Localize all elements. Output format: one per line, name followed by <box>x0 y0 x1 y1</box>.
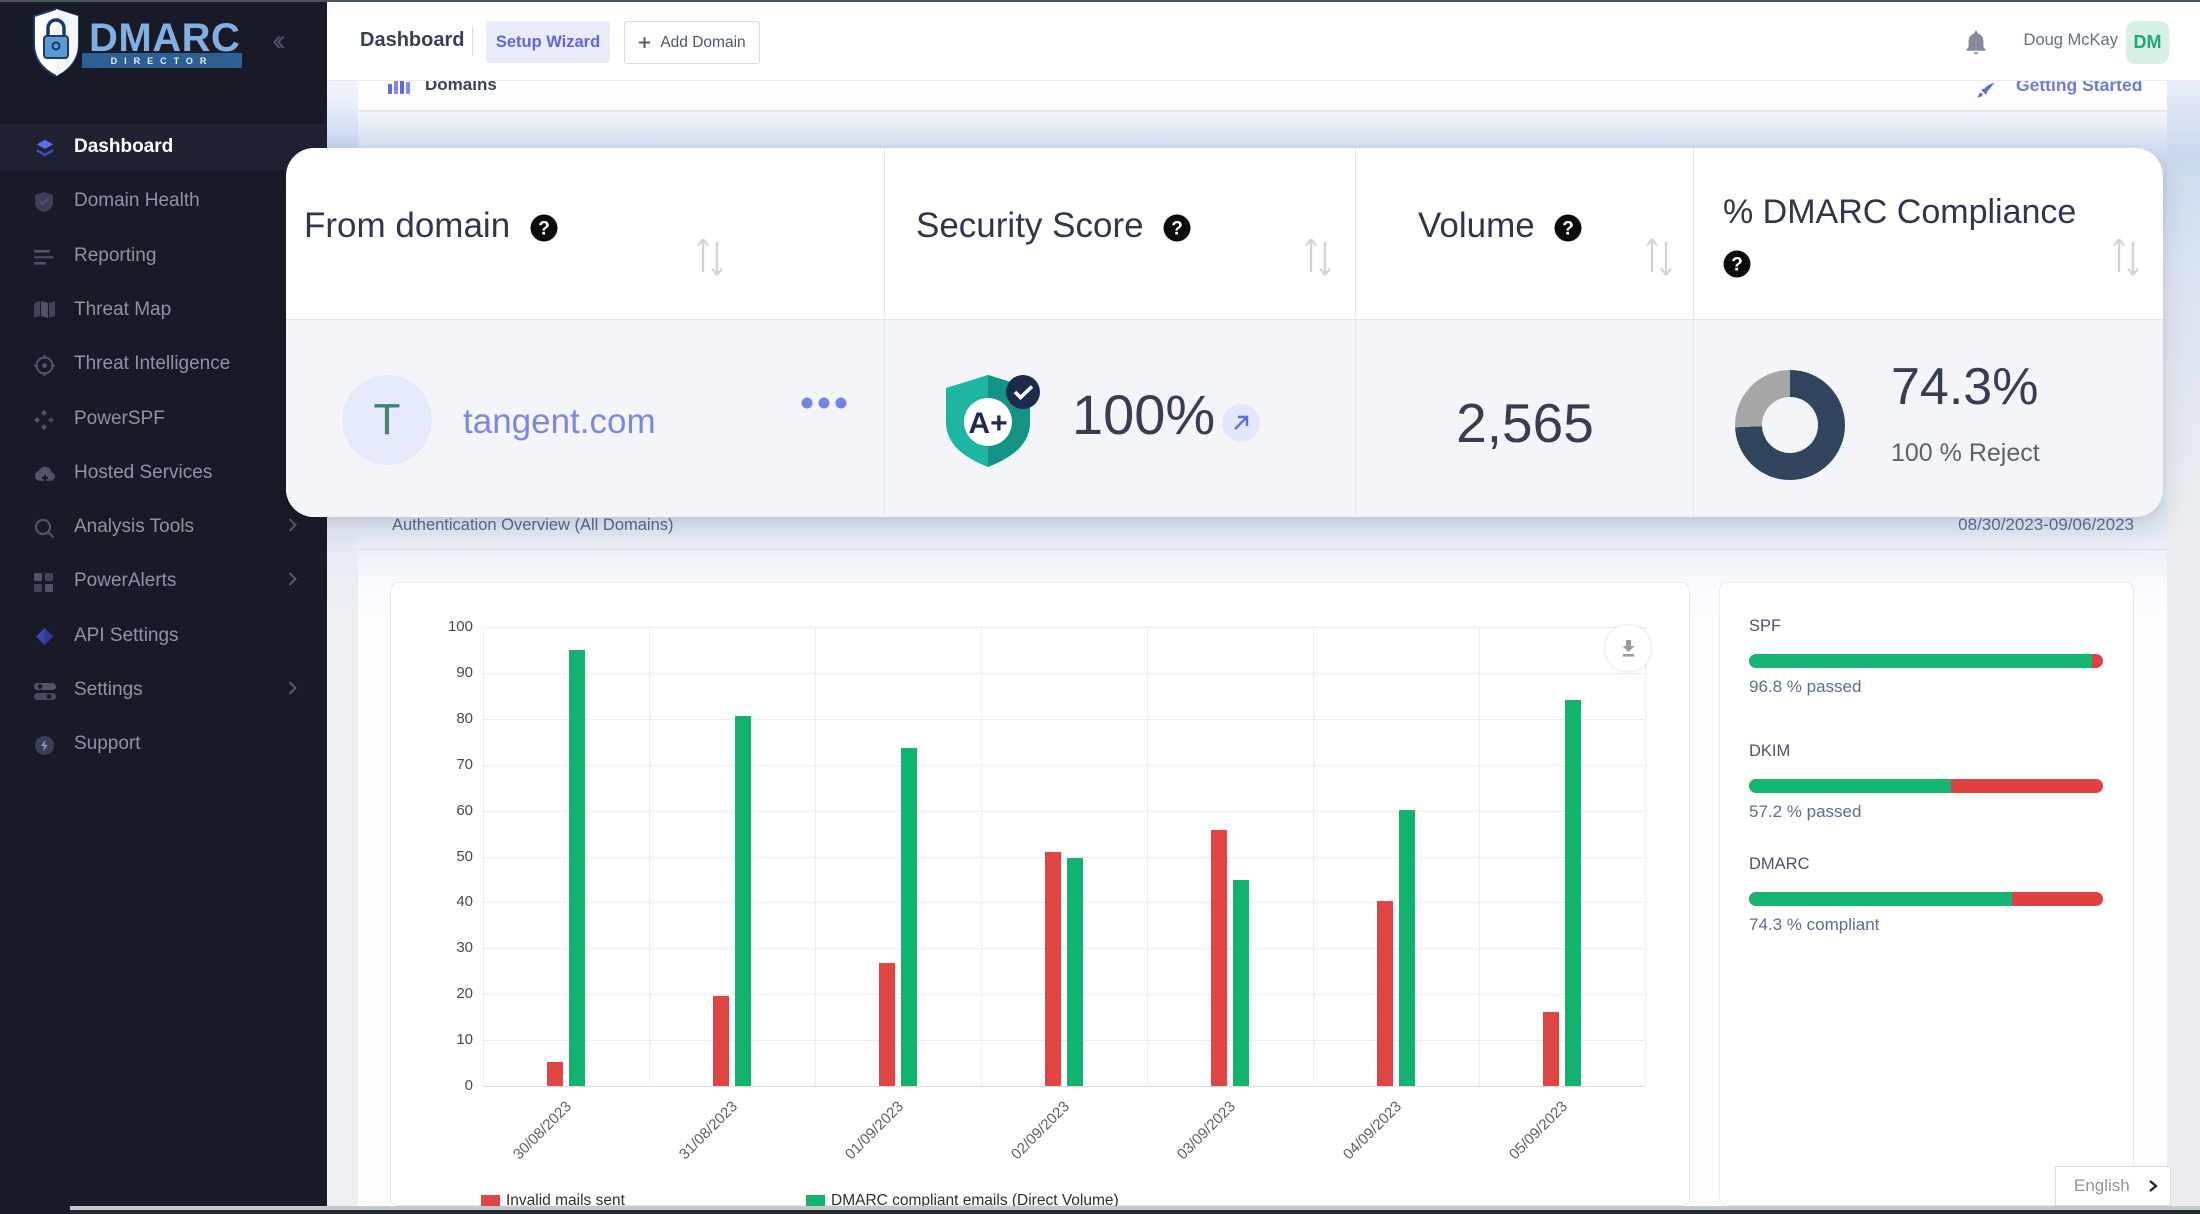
svg-text:A+: A+ <box>968 407 1007 440</box>
svg-text:?: ? <box>1171 219 1183 240</box>
svg-text:?: ? <box>538 219 550 240</box>
svg-text:?: ? <box>1562 219 1574 240</box>
svg-text:?: ? <box>1731 255 1743 276</box>
